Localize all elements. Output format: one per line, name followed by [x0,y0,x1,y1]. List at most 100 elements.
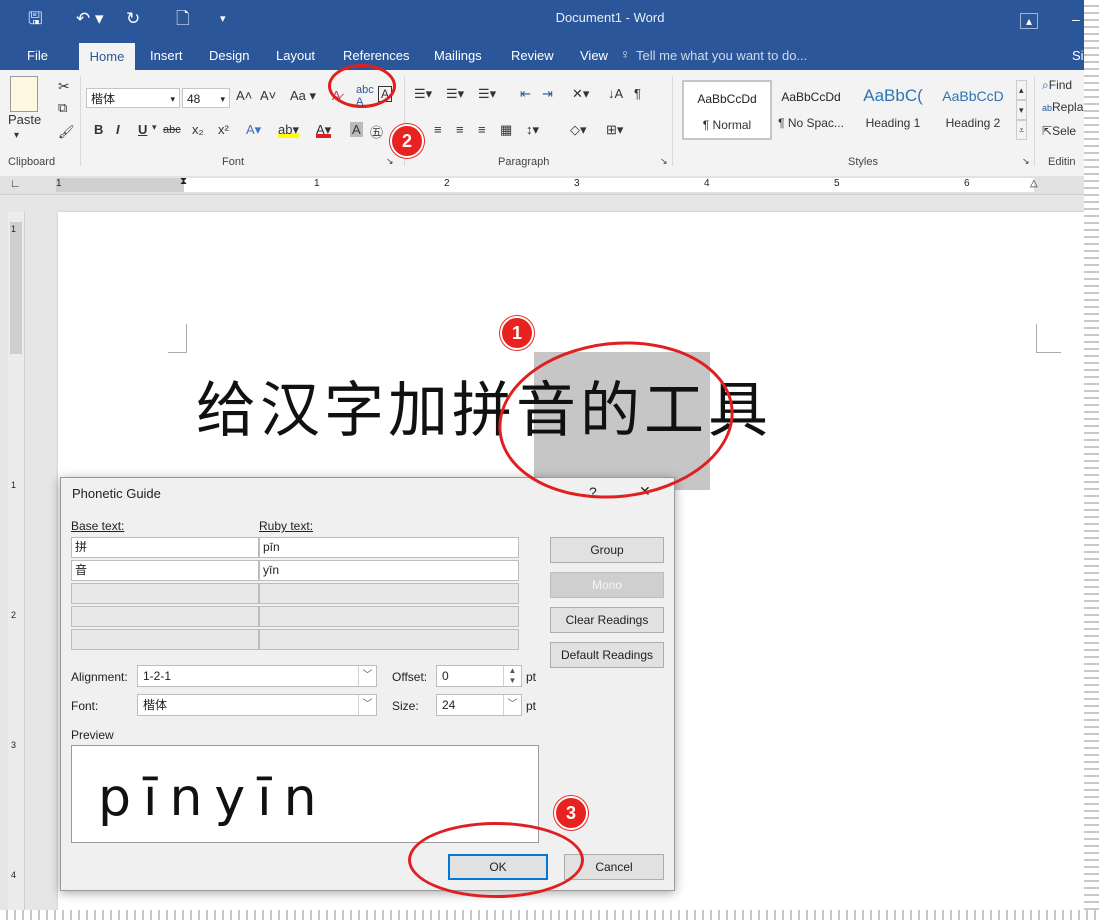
tab-mailings[interactable]: Mailings [434,48,482,63]
justify-icon[interactable]: ▦ [500,122,512,138]
paste-dropdown-icon[interactable]: ▾ [14,130,19,141]
chevron-down-icon[interactable]: ﹀ [358,666,376,686]
enclose-characters-icon[interactable]: ㊄ [370,122,383,141]
paste-icon[interactable] [10,76,38,112]
tab-view[interactable]: View [580,48,608,63]
bullets-icon[interactable]: ☰▾ [414,86,432,102]
copy-icon[interactable]: ⧉ [58,100,67,116]
decrease-indent-icon[interactable]: ⇤ [520,86,531,102]
strikethrough-button[interactable]: abc [163,124,181,136]
size-unit: pt [526,699,537,713]
find-button[interactable]: ⌕Find [1042,78,1072,93]
ruler-mark: 5 [834,178,840,189]
size-select[interactable]: 24 ﹀ [436,694,522,716]
font-dialog-launcher-icon[interactable]: ↘ [386,156,394,167]
sort-icon[interactable]: ↓A [608,86,623,101]
align-right-icon[interactable]: ≡ [478,122,486,137]
borders-icon[interactable]: ⊞▾ [606,122,623,138]
styles-scroll-down-icon[interactable]: ▾ [1016,100,1027,120]
shrink-font-icon[interactable]: A˅ [260,88,276,103]
font-color-icon[interactable]: A▾ [316,122,332,138]
paragraph-dialog-launcher-icon[interactable]: ↘ [660,156,668,167]
base-text-cell[interactable]: 音 [71,560,259,581]
ribbon-display-icon[interactable]: ▴ [1020,13,1038,29]
style-no-spacing[interactable]: AaBbCcDd ¶ No Spac... [768,80,854,136]
asian-layout-icon[interactable]: ✕▾ [572,86,589,102]
italic-button[interactable]: I [116,122,120,137]
group-button[interactable]: Group [550,537,664,563]
cut-icon[interactable]: ✂ [58,78,70,95]
tab-home[interactable]: Home [79,43,135,70]
change-case-button[interactable]: Aa ▾ [290,88,316,104]
underline-button[interactable]: U [138,122,147,137]
offset-unit: pt [526,670,537,684]
tab-references[interactable]: References [343,48,409,63]
chevron-down-icon[interactable]: ▾ [152,122,157,133]
clipboard-group-label: Clipboard [8,156,56,168]
alignment-select[interactable]: 1-2-1 ﹀ [137,665,377,687]
tell-me-search[interactable]: Tell me what you want to do... [636,48,807,63]
styles-more-icon[interactable]: ⩡ [1016,120,1028,140]
font-size-combo[interactable]: 48 ▾ [182,88,230,108]
font-value: 楷体 [143,698,168,712]
sign-in-link[interactable]: Si [1072,48,1084,63]
style-name: Heading 1 [865,116,921,130]
ruler-mark: 2 [444,178,450,189]
replace-button[interactable]: abRepla [1042,100,1083,114]
tab-file[interactable]: File [27,48,48,63]
grow-font-icon[interactable]: A˄ [236,88,252,103]
align-center-icon[interactable]: ≡ [456,122,464,137]
find-label: Find [1048,78,1073,92]
offset-stepper[interactable]: 0 ▲ ▼ [436,665,522,687]
clear-readings-button[interactable]: Clear Readings [550,607,664,633]
indent-marker-icon[interactable]: ⧗ [180,176,187,187]
tab-insert[interactable]: Insert [150,48,183,63]
align-left-icon[interactable]: ≡ [434,122,442,137]
chevron-down-icon[interactable]: ﹀ [358,695,376,715]
font-select[interactable]: 楷体 ﹀ [137,694,377,716]
subscript-button[interactable]: x₂ [192,122,204,137]
format-painter-icon[interactable]: 🖌 [58,124,75,140]
paste-button[interactable]: Paste [8,112,41,127]
character-shading-icon[interactable]: A [350,122,363,137]
shading-icon[interactable]: ◇▾ [570,122,587,138]
ribbon-home: Paste ▾ ✂ ⧉ 🖌 Clipboard 楷体 ▾ 48 ▾ A˄ A˅ Aa… [0,70,1086,177]
numbering-icon[interactable]: ☰▾ [446,86,464,102]
chevron-down-icon[interactable]: ﹀ [503,695,521,715]
superscript-button[interactable]: x² [218,122,229,137]
ruby-text-cell[interactable]: yīn [259,560,519,581]
minimize-icon[interactable]: – [1072,8,1080,30]
style-sample: AaBbCcDd [697,92,757,106]
default-readings-button[interactable]: Default Readings [550,642,664,668]
font-name-combo[interactable]: 楷体 ▾ [86,88,180,108]
ribbon-tabs: File Home Insert Design Layout Reference… [0,40,1086,70]
style-heading-1[interactable]: AaBbC( Heading 1 [850,80,936,136]
right-indent-marker-icon[interactable]: △ [1030,178,1038,189]
tab-design[interactable]: Design [209,48,249,63]
replace-label: Repla [1052,100,1084,114]
ruler-mark: 3 [574,178,580,189]
text-effects-icon[interactable]: A▾ [246,122,261,138]
style-heading-2[interactable]: AaBbCcD Heading 2 [930,80,1016,136]
style-normal[interactable]: AaBbCcDd ¶ Normal [682,80,772,140]
multilevel-list-icon[interactable]: ☰▾ [478,86,496,102]
ruby-text-cell[interactable]: pīn [259,537,519,558]
chevron-down-icon[interactable]: ▾ [220,89,225,109]
styles-scroll-up-icon[interactable]: ▴ [1016,80,1027,100]
increase-indent-icon[interactable]: ⇥ [542,86,553,102]
bold-button[interactable]: B [94,122,103,137]
tab-review[interactable]: Review [511,48,554,63]
show-marks-icon[interactable]: ¶ [634,86,641,101]
select-button[interactable]: ⇱Sele [1042,124,1076,138]
group-separator [80,76,81,166]
tab-selector-icon[interactable]: ∟ [10,178,21,190]
spinner-icon[interactable]: ▲ ▼ [503,666,521,686]
chevron-down-icon[interactable]: ▾ [170,89,175,109]
annotation-ellipse-phonetic-guide [328,64,396,108]
highlight-icon[interactable]: ab▾ [278,122,299,138]
tab-layout[interactable]: Layout [276,48,315,63]
line-spacing-icon[interactable]: ↕▾ [526,122,539,138]
base-text-cell[interactable]: 拼 [71,537,259,558]
ruler-margin [56,178,184,192]
styles-dialog-launcher-icon[interactable]: ↘ [1022,156,1030,167]
